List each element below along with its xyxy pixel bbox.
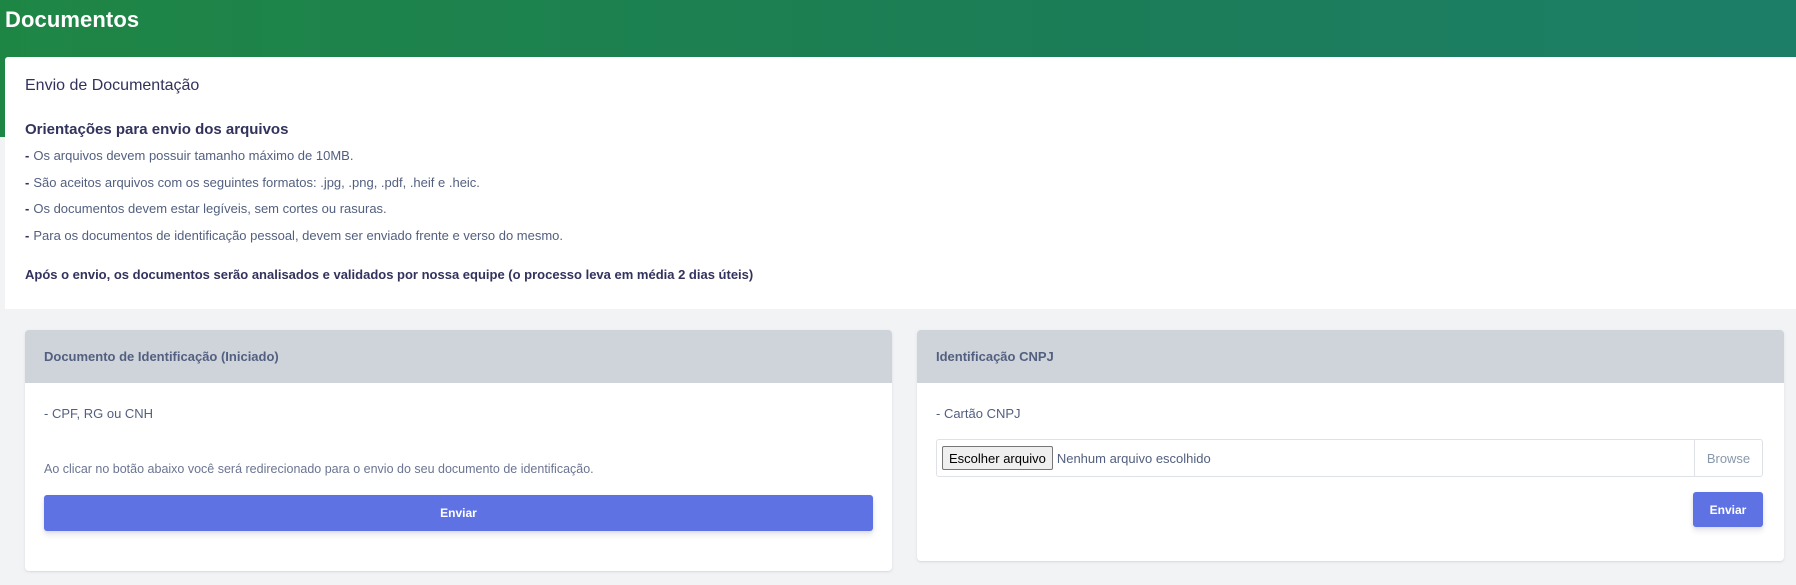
guideline-text: Para os documentos de identificação pess…	[33, 227, 564, 243]
guidelines-title: Orientações para envio dos arquivos	[25, 121, 289, 138]
validation-note: Após o envio, os documentos serão analis…	[25, 267, 754, 282]
send-identification-button[interactable]: Enviar	[44, 495, 873, 531]
guideline-text: São aceitos arquivos com os seguintes fo…	[33, 174, 480, 190]
page-title: Documentos	[5, 7, 140, 32]
file-status-text: Nenhum arquivo escolhido	[1056, 450, 1211, 466]
cnpj-identification-card: Identificação CNPJ - Cartão CNPJ Escolhe…	[917, 330, 1784, 561]
guideline-item: - Os documentos devem estar legíveis, sem…	[25, 201, 563, 228]
guideline-text: Os arquivos devem possuir tamanho máximo…	[33, 148, 354, 163]
cnpj-subtitle: - Cartão CNPJ	[936, 406, 1021, 421]
guidelines-list: - Os arquivos devem possuir tamanho máxim…	[25, 148, 563, 254]
send-cnpj-button[interactable]: Enviar	[1693, 492, 1763, 527]
guideline-item: - Os arquivos devem possuir tamanho máxim…	[25, 148, 563, 175]
redirect-note: Ao clicar no botão abaixo você será redi…	[44, 462, 594, 476]
info-title: Envio de Documentação	[25, 77, 200, 94]
guideline-item: - São aceitos arquivos com os seguintes f…	[25, 175, 563, 202]
cnpj-card-header: Identificação CNPJ	[917, 330, 1784, 383]
guideline-item: - Para os documentos de identificação pes…	[25, 228, 563, 255]
guideline-dash: -	[25, 201, 30, 216]
cnpj-file-input[interactable]: Escolher arquivo Nenhum arquivo escolhid…	[936, 439, 1763, 477]
guideline-dash: -	[25, 148, 30, 163]
documentation-info-card: Envio de Documentação Orientações para e…	[5, 57, 1796, 309]
guideline-text: Os documentos devem estar legíveis, sem …	[33, 201, 387, 216]
identification-subtitle: - CPF, RG ou CNH	[44, 406, 154, 421]
guideline-dash: -	[25, 227, 30, 243]
guideline-dash: -	[25, 174, 30, 190]
identification-document-card: Documento de Identificação (Iniciado) - …	[25, 330, 892, 571]
choose-file-button[interactable]: Escolher arquivo	[942, 446, 1053, 470]
identification-card-header: Documento de Identificação (Iniciado)	[25, 330, 892, 383]
browse-button[interactable]: Browse	[1694, 440, 1762, 476]
